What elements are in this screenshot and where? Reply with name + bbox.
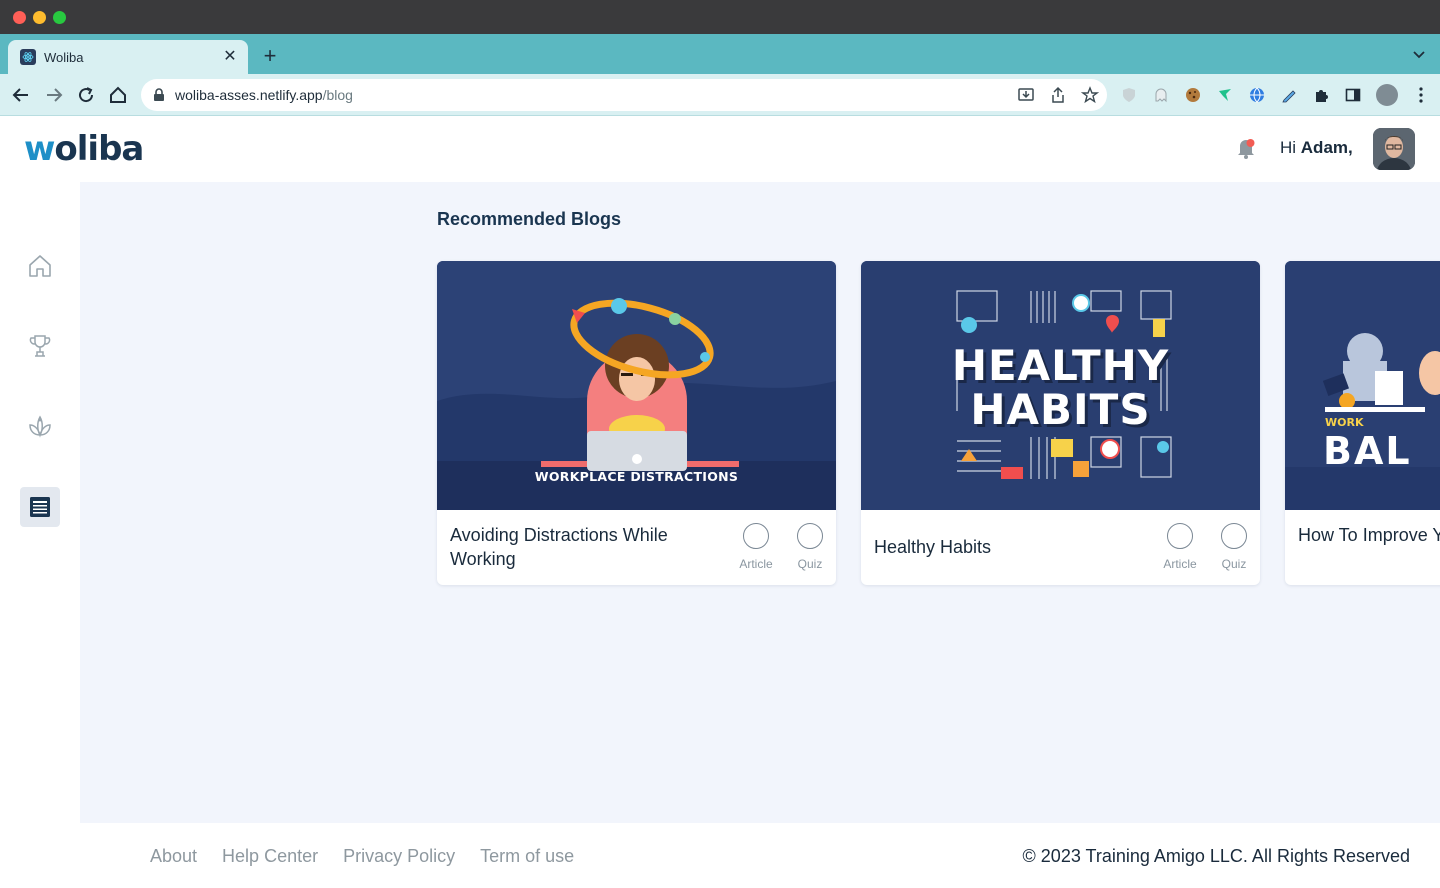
cookie-extension-icon[interactable] bbox=[1184, 86, 1202, 104]
tab-title: Woliba bbox=[44, 49, 84, 65]
blog-card-image: WORKPLACE DISTRACTIONS bbox=[437, 261, 836, 510]
sidebar-item-blog[interactable] bbox=[20, 487, 60, 527]
app-header: woliba Hi Adam, bbox=[0, 117, 1440, 182]
bookmark-star-icon[interactable] bbox=[1081, 86, 1099, 104]
close-window-button[interactable] bbox=[13, 11, 26, 24]
image-big-text: BAL bbox=[1323, 429, 1412, 473]
ghost-extension-icon[interactable] bbox=[1152, 86, 1170, 104]
blog-card-image: WORK BAL bbox=[1285, 261, 1440, 510]
window-titlebar bbox=[0, 0, 1440, 34]
shield-extension-icon[interactable] bbox=[1120, 86, 1138, 104]
blog-card-title: How To Improve Your Work-Life Balance bbox=[1298, 525, 1440, 545]
user-greeting: Hi Adam, bbox=[1280, 138, 1353, 157]
quiz-status[interactable]: Quiz bbox=[792, 523, 828, 571]
zoom-window-button[interactable] bbox=[53, 11, 66, 24]
install-app-icon[interactable] bbox=[1017, 86, 1035, 104]
article-status[interactable]: Article bbox=[738, 523, 774, 571]
arrow-right-icon bbox=[47, 88, 63, 102]
blog-card[interactable]: HEALTHY HABITS Healthy Habits Article Qu… bbox=[861, 261, 1260, 585]
share-icon[interactable] bbox=[1049, 86, 1067, 104]
url-path: /blog bbox=[322, 87, 353, 103]
blog-card[interactable]: WORKPLACE DISTRACTIONS Avoiding Distract… bbox=[437, 261, 836, 585]
more-menu-icon[interactable] bbox=[1412, 86, 1430, 104]
footer-link-about[interactable]: About bbox=[150, 846, 197, 867]
main-content: Recommended Blogs WORKPLACE DISTRACTIONS… bbox=[80, 182, 1440, 823]
url-host: woliba-asses.netlify.app bbox=[175, 87, 323, 103]
new-tab-button[interactable]: + bbox=[259, 45, 281, 67]
user-name: Adam, bbox=[1300, 138, 1353, 157]
blog-icon bbox=[30, 497, 50, 517]
forward-button[interactable] bbox=[43, 84, 65, 106]
article-status[interactable]: Article bbox=[1162, 523, 1198, 571]
sidebar bbox=[0, 182, 80, 823]
copyright-text: © 2023 Training Amigo LLC. All Rights Re… bbox=[1022, 846, 1410, 866]
lock-icon bbox=[154, 88, 164, 101]
puzzle-extension-icon[interactable] bbox=[1312, 86, 1330, 104]
chevron-down-icon[interactable] bbox=[1412, 47, 1426, 61]
react-favicon-icon bbox=[20, 49, 36, 65]
notification-bell-icon[interactable] bbox=[1236, 137, 1256, 159]
quiz-status[interactable]: Quiz bbox=[1216, 523, 1252, 571]
article-check-icon bbox=[1167, 523, 1193, 549]
extensions-bar bbox=[1120, 84, 1430, 106]
sidebar-item-wellness[interactable] bbox=[20, 406, 60, 446]
user-avatar[interactable] bbox=[1373, 128, 1415, 170]
close-tab-icon[interactable]: ✕ bbox=[222, 49, 238, 65]
footer-links: About Help Center Privacy Policy Term of… bbox=[150, 846, 574, 867]
image-headline-line2: HABITS bbox=[970, 385, 1151, 434]
address-bar[interactable]: woliba-asses.netlify.app/blog bbox=[141, 79, 1107, 111]
image-small-text: WORK bbox=[1325, 416, 1364, 429]
footer: About Help Center Privacy Policy Term of… bbox=[0, 823, 1440, 888]
browser-tab[interactable]: Woliba ✕ bbox=[8, 40, 248, 74]
browser-toolbar: woliba-asses.netlify.app/blog bbox=[0, 74, 1440, 116]
reload-button[interactable] bbox=[75, 84, 97, 106]
globe-extension-icon[interactable] bbox=[1248, 86, 1266, 104]
blog-card-image: HEALTHY HABITS bbox=[861, 261, 1260, 510]
woliba-logo[interactable]: woliba bbox=[24, 129, 144, 169]
bird-extension-icon[interactable] bbox=[1216, 86, 1234, 104]
footer-link-term-of-use[interactable]: Term of use bbox=[480, 846, 574, 867]
footer-link-privacy-policy[interactable]: Privacy Policy bbox=[343, 846, 455, 867]
reload-icon bbox=[79, 87, 94, 103]
arrow-left-icon bbox=[12, 88, 28, 102]
blog-card-title: Avoiding Distractions While Working bbox=[450, 525, 668, 569]
pen-extension-icon[interactable] bbox=[1280, 86, 1298, 104]
quiz-check-icon bbox=[797, 523, 823, 549]
sidebar-item-home[interactable] bbox=[20, 246, 60, 286]
blog-card[interactable]: WORK BAL How To Improve Your Work-Life B… bbox=[1285, 261, 1440, 585]
trophy-icon bbox=[29, 335, 51, 357]
side-panel-icon[interactable] bbox=[1344, 86, 1362, 104]
blog-card-title: Healthy Habits bbox=[874, 537, 992, 557]
home-icon bbox=[110, 86, 126, 103]
article-check-icon bbox=[743, 523, 769, 549]
tab-strip: Woliba ✕ + bbox=[0, 34, 1440, 74]
profile-avatar-icon[interactable] bbox=[1376, 84, 1398, 106]
image-headline-line1: HEALTHY bbox=[951, 341, 1170, 390]
back-button[interactable] bbox=[10, 84, 32, 106]
sidebar-item-challenges[interactable] bbox=[20, 326, 60, 366]
section-title: Recommended Blogs bbox=[437, 209, 622, 229]
image-caption: WORKPLACE DISTRACTIONS bbox=[534, 469, 739, 484]
home-icon bbox=[29, 255, 51, 277]
minimize-window-button[interactable] bbox=[33, 11, 46, 24]
lotus-icon bbox=[29, 415, 51, 438]
quiz-check-icon bbox=[1221, 523, 1247, 549]
home-button[interactable] bbox=[107, 84, 129, 106]
footer-link-help-center[interactable]: Help Center bbox=[222, 846, 318, 867]
